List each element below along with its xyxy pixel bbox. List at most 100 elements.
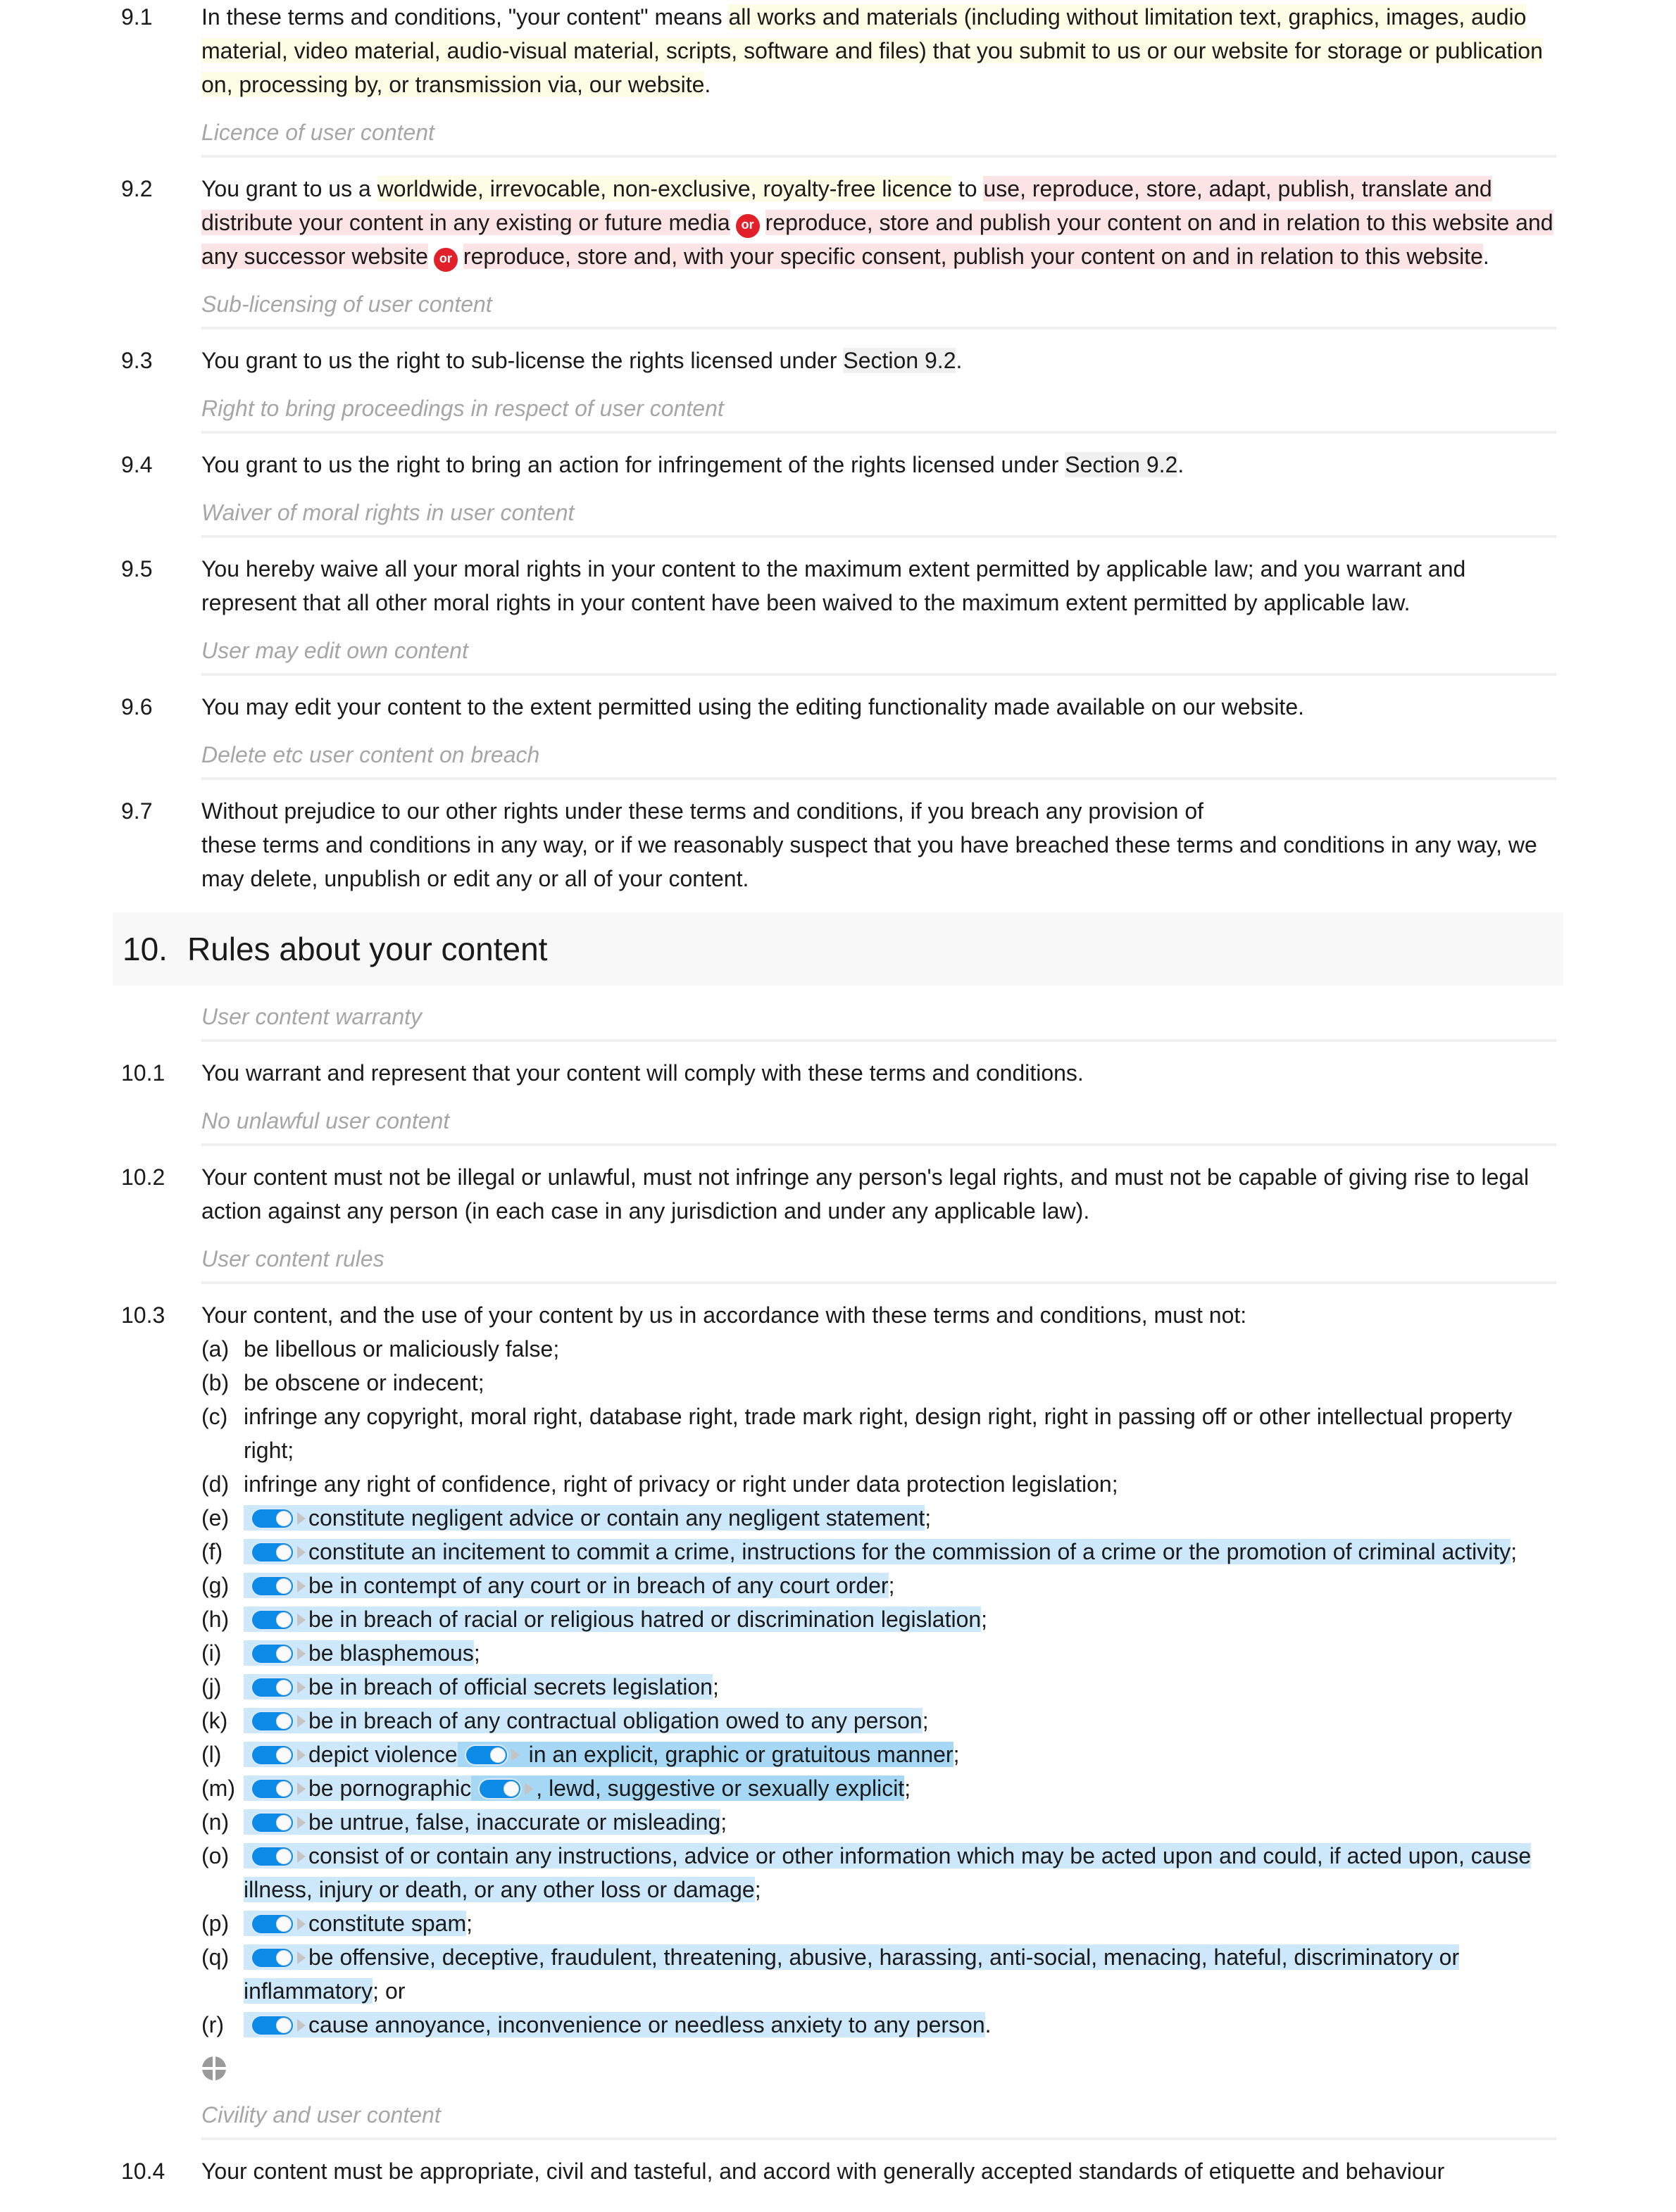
clause-number: 9.5 <box>121 556 153 582</box>
clause-10-2: 10.2 Your content must not be illegal or… <box>0 1160 1676 1228</box>
toggle-arrow-icon <box>297 2019 306 2032</box>
clause-intro: Your content, and the use of your conten… <box>201 1302 1247 1328</box>
clause-text: You hereby waive all your moral rights i… <box>201 556 1466 615</box>
add-clause-icon[interactable] <box>201 2056 227 2081</box>
subclause-item: (q) be offensive, deceptive, fraudulent, … <box>201 1940 1556 2008</box>
optional-subclause-text[interactable]: constitute spam <box>244 1911 467 1936</box>
optional-subclause-text[interactable]: be in breach of any contractual obligati… <box>244 1708 923 1733</box>
toggle-switch[interactable] <box>252 1577 293 1595</box>
clause-number: 9.7 <box>121 798 153 824</box>
or-badge[interactable]: or <box>433 248 458 272</box>
optional-subclause-text[interactable]: be in contempt of any court or in breach… <box>244 1573 889 1598</box>
subclause-label: (q) <box>201 1944 230 1970</box>
clause-caption: User content rules <box>201 1242 1556 1284</box>
clause-9-3: 9.3 You grant to us the right to sub-lic… <box>0 344 1676 377</box>
optional-text[interactable]: worldwide, irrevocable, non-exclusive, r… <box>377 176 953 201</box>
subclause-label: (e) <box>201 1505 230 1531</box>
toggle-arrow-icon <box>297 1546 306 1559</box>
subclause-label: (k) <box>201 1708 228 1733</box>
clause-number: 10.1 <box>121 1060 165 1086</box>
toggle-arrow-icon <box>297 1783 306 1795</box>
subclause-text: be obscene or indecent; <box>244 1370 484 1395</box>
clause-text-end: . <box>1482 244 1489 269</box>
toggle-arrow-icon <box>297 1816 306 1829</box>
clause-caption: User may edit own content <box>201 634 1556 676</box>
subclause-text: be libellous or maliciously false; <box>244 1336 560 1362</box>
subclause-item: (n) be untrue, false, inaccurate or misle… <box>201 1805 1556 1839</box>
subclause-label: (b) <box>201 1370 230 1395</box>
subclause-item: (i) be blasphemous; <box>201 1636 1556 1670</box>
subclause-end: ; <box>904 1776 911 1801</box>
subclause-text: be pornographic <box>308 1776 472 1801</box>
subclause-item: (j) be in breach of official secrets legi… <box>201 1670 1556 1704</box>
clause-text-end: . <box>1177 452 1184 477</box>
toggle-arrow-icon <box>511 1749 520 1761</box>
optional-subclause-text[interactable]: constitute negligent advice or contain a… <box>244 1505 925 1531</box>
subclause-item: (b) be obscene or indecent; <box>201 1366 1556 1400</box>
toggle-switch[interactable] <box>252 1678 293 1697</box>
toggle-switch[interactable] <box>252 1949 293 1967</box>
optional-subclause-text[interactable]: cause annoyance, inconvenience or needle… <box>244 2012 985 2037</box>
subclause-text: depict violence <box>308 1742 458 1767</box>
clause-caption: No unlawful user content <box>201 1104 1556 1146</box>
clause-9-6: 9.6 You may edit your content to the ext… <box>0 690 1676 724</box>
subclause-item: (c) infringe any copyright, moral right, … <box>201 1400 1556 1467</box>
clause-number: 10.4 <box>121 2158 165 2184</box>
toggle-switch[interactable] <box>252 1780 293 1798</box>
subclause-end: ; <box>1511 1539 1518 1564</box>
clause-text: You warrant and represent that your cont… <box>201 1060 1084 1086</box>
nested-text: , lewd, suggestive or sexually explicit <box>536 1776 905 1801</box>
optional-subclause-text[interactable]: constitute an incitement to commit a cri… <box>244 1539 1511 1564</box>
optional-subclause-text[interactable]: be in breach of racial or religious hatr… <box>244 1607 982 1632</box>
section-heading: 10. Rules about your content <box>113 912 1563 986</box>
toggle-switch[interactable] <box>252 2016 293 2035</box>
toggle-switch[interactable] <box>252 1543 293 1561</box>
subclause-label: (o) <box>201 1843 230 1868</box>
optional-subclause-text[interactable]: be pornographic , lewd, suggestive or sex… <box>244 1776 905 1801</box>
nested-text: in an explicit, graphic or gratuitous ma… <box>522 1742 953 1767</box>
subclause-label: (c) <box>201 1404 228 1429</box>
toggle-arrow-icon <box>297 1580 306 1592</box>
toggle-switch[interactable] <box>252 1915 293 1933</box>
clause-caption: Sub-licensing of user content <box>201 287 1556 329</box>
cross-reference-link[interactable]: Section 9.2 <box>1065 452 1178 477</box>
toggle-switch[interactable] <box>252 1814 293 1832</box>
subclause-text: cause annoyance, inconvenience or needle… <box>308 2012 985 2037</box>
toggle-switch[interactable] <box>252 1746 293 1764</box>
subclause-label: (i) <box>201 1640 222 1666</box>
optional-subclause-text[interactable]: be blasphemous <box>244 1640 474 1666</box>
toggle-switch[interactable] <box>252 1509 293 1528</box>
toggle-switch[interactable] <box>252 1611 293 1629</box>
toggle-switch[interactable] <box>252 1712 293 1730</box>
subclause-item: (h) be in breach of racial or religious h… <box>201 1602 1556 1636</box>
subclause-label: (f) <box>201 1539 223 1564</box>
nested-optional-text[interactable]: , lewd, suggestive or sexually explicit <box>471 1776 905 1801</box>
subclause-item: (m) be pornographic , lewd, suggestive or … <box>201 1771 1556 1805</box>
subclause-label: (a) <box>201 1336 230 1362</box>
cross-reference-link[interactable]: Section 9.2 <box>843 348 956 373</box>
subclause-end: ; <box>720 1809 727 1835</box>
optional-subclause-text[interactable]: be untrue, false, inaccurate or misleadi… <box>244 1809 721 1835</box>
toggle-arrow-icon <box>297 1715 306 1728</box>
nested-toggle-switch[interactable] <box>480 1780 521 1798</box>
clause-text: You grant to us a <box>201 176 377 201</box>
or-badge[interactable]: or <box>735 214 760 238</box>
subclause-text: be in contempt of any court or in breach… <box>308 1573 889 1598</box>
alternative-option-3[interactable]: reproduce, store and, with your specific… <box>463 244 1483 269</box>
nested-optional-text[interactable]: in an explicit, graphic or gratuitous ma… <box>457 1742 953 1767</box>
subclause-label: (l) <box>201 1742 222 1767</box>
subclause-text: be untrue, false, inaccurate or misleadi… <box>308 1809 721 1835</box>
optional-subclause-text[interactable]: depict violence in an explicit, graphic … <box>244 1742 953 1767</box>
subclause-text: be in breach of any contractual obligati… <box>308 1708 923 1733</box>
optional-subclause-text[interactable]: be offensive, deceptive, fraudulent, thr… <box>244 1944 1460 2004</box>
clause-text-end: . <box>704 72 711 97</box>
nested-toggle-switch[interactable] <box>465 1746 507 1764</box>
subclause-end: ; <box>925 1505 932 1531</box>
subclause-end: ; <box>754 1877 761 1902</box>
optional-subclause-text[interactable]: consist of or contain any instructions, … <box>244 1843 1532 1902</box>
toggle-switch[interactable] <box>252 1847 293 1866</box>
optional-subclause-text[interactable]: be in breach of official secrets legisla… <box>244 1674 713 1699</box>
subclause-label: (d) <box>201 1471 230 1497</box>
clause-caption: Civility and user content <box>201 2098 1556 2140</box>
toggle-switch[interactable] <box>252 1645 293 1663</box>
